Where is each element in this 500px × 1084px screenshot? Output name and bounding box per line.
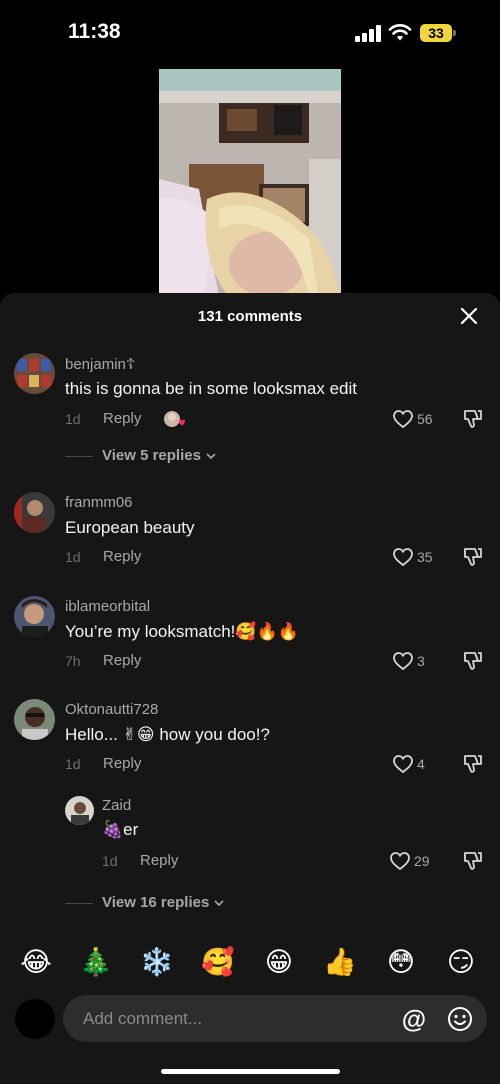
- reply-button[interactable]: Reply: [103, 755, 141, 772]
- wifi-icon: [388, 24, 412, 41]
- dislike-icon[interactable]: [461, 650, 483, 672]
- comment-date: 1d: [65, 549, 81, 565]
- smiley-icon[interactable]: [447, 1006, 473, 1032]
- video-frame-image: [159, 69, 341, 297]
- emoji-grin-button[interactable]: 😁: [261, 945, 297, 981]
- heart-icon[interactable]: [389, 851, 411, 871]
- dislike-icon[interactable]: [461, 850, 483, 872]
- reply-username[interactable]: Zaid: [102, 797, 131, 814]
- avatar[interactable]: [14, 596, 55, 637]
- signal-icon: [355, 25, 381, 42]
- comment-text: this is gonna be in some looksmax edit: [65, 379, 357, 398]
- avatar[interactable]: [14, 492, 55, 533]
- comment-date: 1d: [65, 756, 81, 772]
- like-count: 35: [417, 549, 433, 565]
- comment-text-end: how you doo!?: [154, 725, 270, 744]
- reply-item: Zaid 🍇er 1d Reply 29: [0, 796, 500, 876]
- reply-button[interactable]: Reply: [103, 410, 141, 427]
- comment-text-start: Hello...: [65, 725, 123, 744]
- dislike-icon[interactable]: [461, 753, 483, 775]
- heart-icon[interactable]: [392, 754, 414, 774]
- divider-line: [65, 902, 93, 904]
- battery-level: 33: [428, 25, 444, 41]
- comment-input[interactable]: [83, 995, 383, 1042]
- reply-button[interactable]: Reply: [103, 548, 141, 565]
- emoji-quick-bar: 😂 🎄 ❄️ 🥰 😁 👍 😳 😏: [0, 945, 500, 985]
- comment-date: 1d: [65, 411, 81, 427]
- dislike-icon[interactable]: [461, 546, 483, 568]
- view-replies-label: View 5 replies: [102, 447, 201, 464]
- emoji-thumbs-up-button[interactable]: 👍: [322, 945, 358, 981]
- like-count: 29: [414, 853, 430, 869]
- comment-text: You’re my looksmatch!🥰🔥🔥: [65, 622, 299, 642]
- creator-liked-badge: [163, 409, 187, 431]
- reply-button[interactable]: Reply: [140, 852, 178, 869]
- comment-composer: @: [63, 995, 487, 1042]
- like-count: 4: [417, 756, 425, 772]
- comment-username[interactable]: franmm06: [65, 494, 133, 511]
- emoji-laughing-button[interactable]: 😂: [18, 945, 54, 981]
- view-replies-label: View 16 replies: [102, 894, 210, 911]
- comment-username[interactable]: benjamin☦: [65, 355, 136, 373]
- divider-line: [65, 455, 93, 457]
- heart-icon[interactable]: [392, 651, 414, 671]
- emoji-hearts-face-button[interactable]: 🥰: [200, 945, 236, 981]
- emoji-flushed-button[interactable]: 😳: [383, 945, 419, 981]
- comment-text-body: You’re my looksmatch!: [65, 622, 236, 641]
- chevron-down-icon: [206, 453, 216, 460]
- mention-button[interactable]: @: [401, 1007, 427, 1033]
- like-count: 3: [417, 653, 425, 669]
- view-replies-button[interactable]: View 5 replies: [65, 447, 217, 464]
- comment-item: Oktonautti728 Hello... ✌😁 how you doo!? …: [0, 698, 500, 923]
- close-icon[interactable]: [457, 304, 481, 328]
- battery-icon: 33: [420, 24, 456, 42]
- avatar[interactable]: [65, 796, 94, 825]
- home-indicator: [161, 1069, 340, 1074]
- comment-username[interactable]: iblameorbital: [65, 598, 150, 615]
- dislike-icon[interactable]: [461, 408, 483, 430]
- comment-username[interactable]: Oktonautti728: [65, 701, 158, 718]
- comment-emojis: 🥰🔥🔥: [235, 622, 299, 642]
- heart-icon[interactable]: [392, 409, 414, 429]
- avatar[interactable]: [14, 353, 55, 394]
- video-preview[interactable]: [159, 69, 341, 297]
- grapes-emoji: 🍇: [102, 820, 124, 840]
- comment-text: Hello... ✌😁 how you doo!?: [65, 725, 270, 745]
- like-count: 56: [417, 411, 433, 427]
- comment-date: 7h: [65, 653, 81, 669]
- status-bar: 11:38 33: [0, 0, 500, 66]
- reply-date: 1d: [102, 853, 118, 869]
- avatar[interactable]: [14, 699, 55, 740]
- comment-text: European beauty: [65, 518, 195, 537]
- reply-button[interactable]: Reply: [103, 652, 141, 669]
- emoji-smirk-button[interactable]: 😏: [443, 945, 479, 981]
- comment-item: benjamin☦ this is gonna be in some looks…: [0, 352, 500, 472]
- status-time: 11:38: [68, 20, 121, 43]
- view-replies-button[interactable]: View 16 replies: [65, 894, 225, 911]
- reply-text: 🍇er: [102, 820, 138, 840]
- reply-text-body: er: [123, 820, 139, 839]
- comment-emojis: ✌😁: [122, 725, 155, 745]
- heart-icon[interactable]: [392, 547, 414, 567]
- emoji-christmas-tree-button[interactable]: 🎄: [78, 945, 114, 981]
- comments-count-title: 131 comments: [197, 308, 303, 325]
- comment-item: iblameorbital You’re my looksmatch!🥰🔥🔥 7…: [0, 595, 500, 675]
- emoji-snowflake-button[interactable]: ❄️: [139, 945, 175, 981]
- my-avatar: [15, 999, 55, 1039]
- comment-item: franmm06 European beauty 1d Reply 35: [0, 491, 500, 571]
- chevron-down-icon: [214, 900, 225, 907]
